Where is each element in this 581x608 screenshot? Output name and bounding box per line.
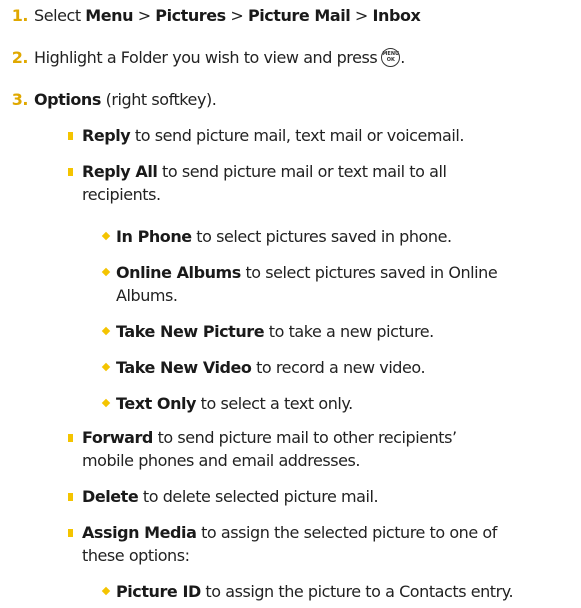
option-delete: Delete to delete selected picture mail. — [82, 487, 379, 506]
square-bullet-icon — [68, 529, 73, 537]
step-number: 2. — [11, 48, 29, 67]
option-reply-all: Reply All to send picture mail or text m… — [82, 162, 447, 181]
option-in-phone: In Phone to select pictures saved in pho… — [116, 227, 452, 246]
menu-ok-key-icon: MENU OK — [381, 48, 401, 67]
option-reply-all-cont: recipients. — [82, 185, 161, 204]
step-text: Highlight a Folder you wish to view and … — [34, 48, 405, 67]
diamond-bullet-icon — [101, 586, 111, 596]
option-reply: Reply to send picture mail, text mail or… — [82, 126, 465, 145]
step-text: Select Menu > Pictures > Picture Mail > … — [34, 6, 421, 25]
option-picture-id: Picture ID to assign the picture to a Co… — [116, 582, 514, 601]
step-number: 3. — [11, 90, 29, 109]
option-online-albums-cont: Albums. — [116, 286, 178, 305]
square-bullet-icon — [68, 493, 73, 501]
square-bullet-icon — [68, 168, 73, 176]
option-forward-cont: mobile phones and email addresses. — [82, 451, 361, 470]
diamond-bullet-icon — [101, 398, 111, 408]
diamond-bullet-icon — [101, 362, 111, 372]
square-bullet-icon — [68, 434, 73, 442]
option-take-new-picture: Take New Picture to take a new picture. — [116, 322, 434, 341]
diamond-bullet-icon — [101, 231, 111, 241]
diamond-bullet-icon — [101, 267, 111, 277]
diamond-bullet-icon — [101, 326, 111, 336]
option-take-new-video: Take New Video to record a new video. — [116, 358, 426, 377]
option-text-only: Text Only to select a text only. — [116, 394, 353, 413]
square-bullet-icon — [68, 132, 73, 140]
option-assign-media: Assign Media to assign the selected pict… — [82, 523, 497, 542]
option-online-albums: Online Albums to select pictures saved i… — [116, 263, 498, 282]
option-forward: Forward to send picture mail to other re… — [82, 428, 457, 447]
step-number: 1. — [11, 6, 29, 25]
option-assign-media-cont: these options: — [82, 546, 190, 565]
step-text: Options (right softkey). — [34, 90, 217, 109]
